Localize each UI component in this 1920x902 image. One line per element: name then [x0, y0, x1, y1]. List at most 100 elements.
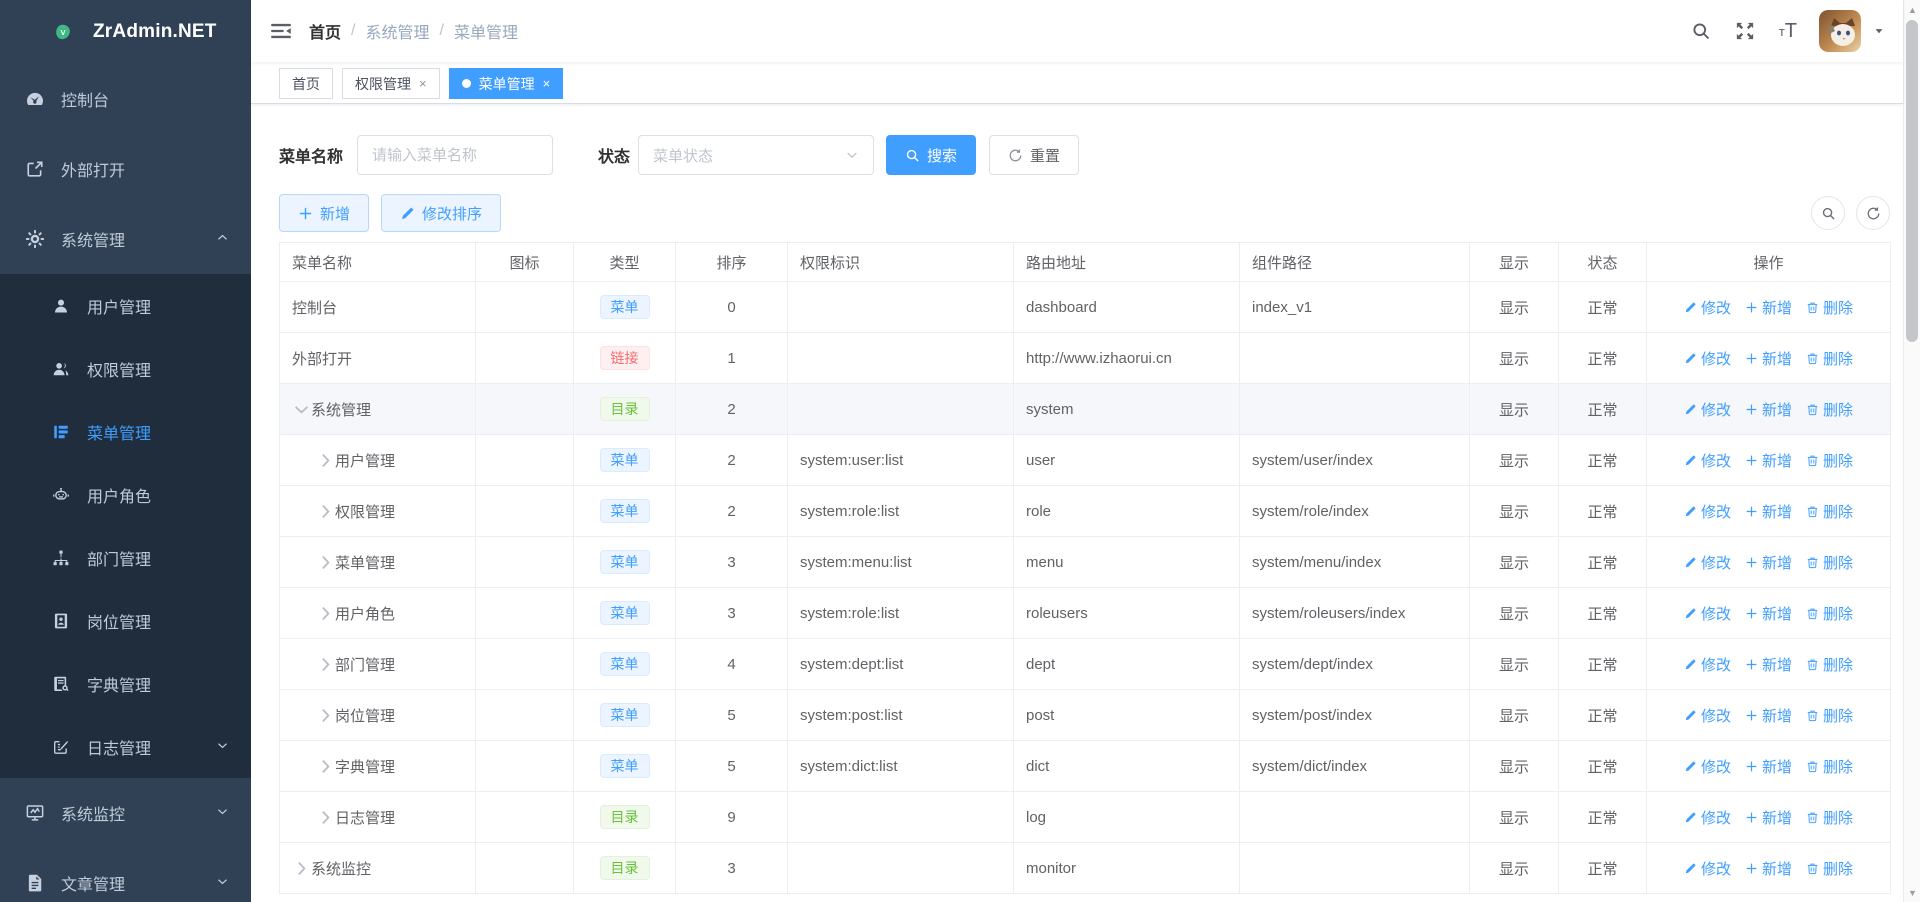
user-caret-down-icon[interactable]: [1873, 25, 1885, 37]
sidebar-item-label: 用户角色: [87, 483, 151, 507]
user-avatar[interactable]: [1819, 10, 1861, 52]
tab-菜单管理[interactable]: 菜单管理×: [449, 68, 564, 99]
menu-name: 字典管理: [335, 756, 395, 777]
delete-row-link[interactable]: 删除: [1806, 501, 1853, 522]
add-button[interactable]: 新增: [279, 194, 369, 232]
table-row[interactable]: 日志管理目录9log显示正常修改新增删除: [280, 792, 1891, 843]
add-row-link[interactable]: 新增: [1745, 603, 1792, 624]
sidebar-item-dict[interactable]: 字典管理: [0, 652, 251, 715]
table-row[interactable]: 部门管理菜单4system:dept:listdeptsystem/dept/i…: [280, 639, 1891, 690]
add-row-link[interactable]: 新增: [1745, 501, 1792, 522]
edit-row-link[interactable]: 修改: [1684, 603, 1731, 624]
toggle-search-button[interactable]: [1811, 196, 1845, 230]
sidebar-toggle-icon[interactable]: [270, 20, 292, 42]
scrollbar-up-icon[interactable]: ▲: [1904, 5, 1920, 15]
delete-row-link[interactable]: 删除: [1806, 654, 1853, 675]
sidebar-item-dashboard[interactable]: 控制台: [0, 64, 251, 134]
breadcrumb-item[interactable]: 首页: [309, 19, 341, 43]
delete-row-link[interactable]: 删除: [1806, 297, 1853, 318]
add-row-link[interactable]: 新增: [1745, 654, 1792, 675]
scrollbar-thumb[interactable]: [1906, 20, 1918, 342]
expand-collapse-icon[interactable]: [292, 400, 311, 419]
edit-row-link[interactable]: 修改: [1684, 552, 1731, 573]
sidebar-item-post[interactable]: 岗位管理: [0, 589, 251, 652]
page-scrollbar[interactable]: ▲ ▼: [1903, 0, 1920, 902]
search-icon[interactable]: [1691, 21, 1711, 41]
sidebar-item-log[interactable]: 日志管理: [0, 715, 251, 778]
status-select[interactable]: 菜单状态: [638, 135, 874, 175]
expand-row-icon[interactable]: [316, 706, 335, 725]
delete-row-link[interactable]: 删除: [1806, 399, 1853, 420]
app-logo[interactable]: V ZrAdmin.NET: [0, 0, 251, 64]
menu-name-input[interactable]: [357, 135, 553, 175]
sort-edit-button[interactable]: 修改排序: [381, 194, 501, 232]
expand-row-icon[interactable]: [316, 757, 335, 776]
delete-row-link[interactable]: 删除: [1806, 807, 1853, 828]
table-row[interactable]: 外部打开链接1http://www.izhaorui.cn显示正常修改新增删除: [280, 333, 1891, 384]
add-row-link[interactable]: 新增: [1745, 399, 1792, 420]
breadcrumb-item[interactable]: 系统管理: [365, 19, 429, 43]
edit-row-link[interactable]: 修改: [1684, 501, 1731, 522]
expand-row-icon[interactable]: [316, 604, 335, 623]
delete-row-link[interactable]: 删除: [1806, 450, 1853, 471]
edit-row-link[interactable]: 修改: [1684, 297, 1731, 318]
sidebar-item-roleusers[interactable]: 用户角色: [0, 463, 251, 526]
table-row[interactable]: 用户管理菜单2system:user:listusersystem/user/i…: [280, 435, 1891, 486]
scrollbar-down-icon[interactable]: ▼: [1904, 888, 1920, 898]
edit-row-link[interactable]: 修改: [1684, 705, 1731, 726]
sidebar-item-user[interactable]: 用户管理: [0, 274, 251, 337]
expand-row-icon[interactable]: [316, 502, 335, 521]
delete-row-link[interactable]: 删除: [1806, 348, 1853, 369]
table-row[interactable]: 系统监控目录3monitor显示正常修改新增删除: [280, 843, 1891, 894]
expand-row-icon[interactable]: [316, 553, 335, 572]
edit-row-link[interactable]: 修改: [1684, 756, 1731, 777]
edit-row-link[interactable]: 修改: [1684, 858, 1731, 879]
edit-row-link[interactable]: 修改: [1684, 348, 1731, 369]
sidebar-item-role[interactable]: 权限管理: [0, 337, 251, 400]
add-row-link[interactable]: 新增: [1745, 858, 1792, 879]
delete-row-link[interactable]: 删除: [1806, 705, 1853, 726]
expand-row-icon[interactable]: [316, 451, 335, 470]
sidebar-item-monitor[interactable]: 系统监控: [0, 778, 251, 848]
delete-row-link[interactable]: 删除: [1806, 858, 1853, 879]
add-row-link[interactable]: 新增: [1745, 348, 1792, 369]
search-button[interactable]: 搜索: [886, 135, 976, 175]
expand-row-icon[interactable]: [316, 655, 335, 674]
sidebar-item-menu[interactable]: 菜单管理: [0, 400, 251, 463]
table-row[interactable]: 系统管理目录2system显示正常修改新增删除: [280, 384, 1891, 435]
edit-row-link[interactable]: 修改: [1684, 654, 1731, 675]
close-tab-icon[interactable]: ×: [419, 76, 427, 91]
font-size-icon[interactable]: тT: [1779, 20, 1797, 43]
sidebar-item-system[interactable]: 系统管理: [0, 204, 251, 274]
edit-row-link[interactable]: 修改: [1684, 807, 1731, 828]
add-row-link[interactable]: 新增: [1745, 552, 1792, 573]
sidebar-item-external[interactable]: 外部打开: [0, 134, 251, 204]
table-row[interactable]: 菜单管理菜单3system:menu:listmenusystem/menu/i…: [280, 537, 1891, 588]
tab-权限管理[interactable]: 权限管理×: [342, 68, 440, 99]
table-row[interactable]: 权限管理菜单2system:role:listrolesystem/role/i…: [280, 486, 1891, 537]
add-row-link[interactable]: 新增: [1745, 297, 1792, 318]
add-row-link[interactable]: 新增: [1745, 450, 1792, 471]
table-row[interactable]: 用户角色菜单3system:role:listroleuserssystem/r…: [280, 588, 1891, 639]
tab-首页[interactable]: 首页: [279, 68, 333, 99]
expand-row-icon[interactable]: [316, 808, 335, 827]
edit-row-link[interactable]: 修改: [1684, 450, 1731, 471]
sidebar-item-dept[interactable]: 部门管理: [0, 526, 251, 589]
fullscreen-icon[interactable]: [1735, 21, 1755, 41]
delete-row-link[interactable]: 删除: [1806, 756, 1853, 777]
table-row[interactable]: 控制台菜单0dashboardindex_v1显示正常修改新增删除: [280, 282, 1891, 333]
expand-row-icon[interactable]: [292, 859, 311, 878]
delete-row-link[interactable]: 删除: [1806, 603, 1853, 624]
close-tab-icon[interactable]: ×: [543, 76, 551, 91]
edit-row-link[interactable]: 修改: [1684, 399, 1731, 420]
table-row[interactable]: 岗位管理菜单5system:post:listpostsystem/post/i…: [280, 690, 1891, 741]
add-row-link[interactable]: 新增: [1745, 807, 1792, 828]
reset-button[interactable]: 重置: [989, 135, 1079, 175]
sidebar-item-article[interactable]: 文章管理: [0, 848, 251, 902]
org-icon: [52, 549, 70, 567]
add-row-link[interactable]: 新增: [1745, 705, 1792, 726]
table-row[interactable]: 字典管理菜单5system:dict:listdictsystem/dict/i…: [280, 741, 1891, 792]
add-row-link[interactable]: 新增: [1745, 756, 1792, 777]
refresh-table-button[interactable]: [1856, 196, 1890, 230]
delete-row-link[interactable]: 删除: [1806, 552, 1853, 573]
